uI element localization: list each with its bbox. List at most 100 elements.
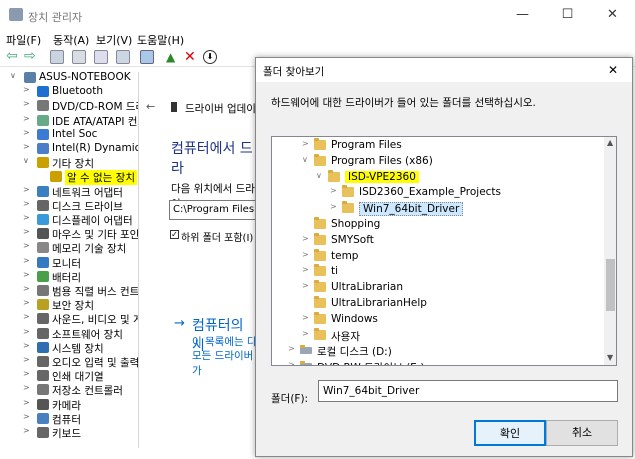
expand-chevron-icon[interactable]: > (23, 256, 30, 265)
device-tree-item[interactable]: > 인쇄 대기열 (0, 369, 138, 383)
expand-chevron-icon[interactable]: > (23, 185, 30, 194)
device-tree-item[interactable]: > 네트워크 어댑터 (0, 185, 138, 199)
expand-chevron-icon[interactable]: > (23, 412, 30, 421)
show-hide-icon[interactable] (72, 50, 86, 64)
include-subfolders-checkbox[interactable]: ✓ (170, 230, 179, 239)
expand-chevron-icon[interactable]: > (23, 142, 30, 151)
dialog-close-button[interactable]: ✕ (608, 63, 618, 77)
device-tree-item[interactable]: ∨ 기타 장치 (0, 156, 138, 170)
expand-chevron-icon[interactable]: > (23, 341, 30, 350)
collapse-chevron-icon[interactable]: ∨ (316, 171, 322, 180)
device-tree-item[interactable]: > 사운드, 비디오 및 게 (0, 312, 138, 326)
drive-tree-item[interactable]: > DVD RW 드라이브 (E:) (272, 359, 602, 365)
expand-chevron-icon[interactable]: > (302, 313, 309, 322)
back-button[interactable]: ← (146, 100, 155, 113)
folder-tree-item[interactable]: > Windows (272, 311, 602, 328)
device-tree-item[interactable]: > 배터리 (0, 270, 138, 284)
collapse-chevron-icon[interactable]: ∨ (23, 156, 29, 165)
folder-tree-item[interactable]: ∨ Program Files (x86) (272, 153, 602, 170)
path-field[interactable]: C:\Program Files (x8 (169, 200, 269, 220)
device-tree-item[interactable]: > 시스템 장치 (0, 341, 138, 355)
device-tree-item[interactable]: > 저장소 컨트롤러 (0, 383, 138, 397)
expand-chevron-icon[interactable]: > (23, 298, 30, 307)
update-driver-icon[interactable]: ▲ (166, 50, 180, 64)
expand-chevron-icon[interactable]: > (23, 355, 30, 364)
folder-tree[interactable]: > Program Files ∨ Program Files (x86) ∨ ISD-V… (271, 136, 617, 366)
drive-tree-item[interactable]: > 로컬 디스크 (D:) (272, 343, 602, 359)
expand-chevron-icon[interactable]: > (23, 398, 30, 407)
device-tree-item[interactable]: > 오디오 입력 및 출력 (0, 355, 138, 369)
folder-tree-item[interactable]: > ti (272, 264, 602, 280)
device-tree-item[interactable]: > 범용 직렬 버스 컨트 (0, 284, 138, 298)
device-tree-item[interactable]: > IDE ATA/ATAPI 컨트 (0, 114, 138, 128)
device-tree-item[interactable]: > DVD/CD-ROM 드라이 (0, 99, 138, 113)
expand-chevron-icon[interactable]: > (23, 227, 30, 236)
download-icon[interactable]: ⬇ (203, 50, 217, 64)
device-tree-item[interactable]: > 메모리 기술 장치 (0, 241, 138, 255)
expand-chevron-icon[interactable]: > (23, 369, 30, 378)
expand-chevron-icon[interactable]: > (23, 199, 30, 208)
cancel-button[interactable]: 취소 (546, 420, 618, 446)
folder-tree-item[interactable]: UltraLibrarianHelp (272, 296, 602, 312)
folder-tree-scrollbar[interactable]: ▲ ▼ (604, 137, 616, 365)
expand-chevron-icon[interactable]: > (23, 426, 30, 435)
expand-chevron-icon[interactable]: > (23, 213, 30, 222)
expand-chevron-icon[interactable]: > (330, 202, 337, 211)
expand-chevron-icon[interactable]: > (23, 327, 30, 336)
device-tree-item[interactable]: > 컴퓨터 (0, 412, 138, 426)
expand-chevron-icon[interactable]: > (302, 281, 309, 290)
folder-input[interactable]: Win7_64bit_Driver (318, 380, 618, 402)
expand-chevron-icon[interactable]: > (330, 186, 337, 195)
expand-chevron-icon[interactable]: > (302, 234, 309, 243)
forward-arrow-icon[interactable]: ⇨ (24, 49, 38, 64)
list-view-icon[interactable] (116, 50, 130, 64)
back-arrow-icon[interactable]: ⇦ (6, 49, 20, 64)
scrollbar-thumb[interactable] (606, 259, 615, 311)
folder-tree-item[interactable]: > UltraLibrarian (272, 280, 602, 296)
device-tree-item[interactable]: > Bluetooth (0, 85, 138, 99)
device-tree-item[interactable]: > 보안 장치 (0, 298, 138, 312)
device-tree-item[interactable]: 알 수 없는 장치 (0, 170, 138, 186)
collapse-chevron-icon[interactable]: ∨ (10, 71, 16, 80)
folder-tree-item[interactable]: > Win7_64bit_Driver (272, 201, 602, 217)
menu-view[interactable]: 보기(V) (96, 32, 132, 48)
device-tree-item[interactable]: > Intel Soc (0, 128, 138, 142)
expand-chevron-icon[interactable]: > (23, 284, 30, 293)
device-tree-item[interactable]: > 키보드 (0, 426, 138, 440)
ok-button[interactable]: 확인 (474, 420, 546, 446)
expand-chevron-icon[interactable]: > (302, 265, 309, 274)
folder-tree-item[interactable]: ∨ ISD-VPE2360 (272, 169, 602, 186)
uninstall-x-icon[interactable]: ✕ (184, 50, 198, 64)
folder-tree-item[interactable]: > 사용자 (272, 327, 602, 344)
properties-icon[interactable] (50, 50, 64, 64)
minimize-button[interactable]: — (500, 0, 545, 30)
device-tree-item[interactable]: > 디스크 드라이브 (0, 199, 138, 213)
device-tree-item[interactable]: > 마우스 및 기타 포인 (0, 227, 138, 241)
scroll-down-icon[interactable]: ▼ (607, 353, 613, 362)
expand-chevron-icon[interactable]: > (23, 128, 30, 137)
menu-file[interactable]: 파일(F) (6, 32, 41, 48)
expand-chevron-icon[interactable]: > (302, 329, 309, 338)
device-tree-item[interactable]: > 디스플레이 어댑터 (0, 213, 138, 227)
expand-chevron-icon[interactable]: > (23, 85, 30, 94)
device-tree-item[interactable]: > 모니터 (0, 256, 138, 270)
folder-tree-item[interactable]: > ISD2360_Example_Projects (272, 185, 602, 201)
expand-chevron-icon[interactable]: > (23, 241, 30, 250)
folder-tree-item[interactable]: > SMYSoft (272, 232, 602, 249)
expand-chevron-icon[interactable]: > (23, 99, 30, 108)
menu-action[interactable]: 동작(A) (53, 32, 89, 48)
folder-tree-item[interactable]: > temp (272, 248, 602, 265)
device-tree-item[interactable]: > Intel(R) Dynamic Plat (0, 142, 138, 156)
expand-chevron-icon[interactable]: > (23, 383, 30, 392)
expand-chevron-icon[interactable]: > (288, 344, 295, 353)
expand-chevron-icon[interactable]: > (23, 114, 30, 123)
folder-tree-item[interactable]: > Program Files (272, 138, 602, 154)
device-tree-item[interactable]: > 카메라 (0, 398, 138, 412)
device-tree-item[interactable]: > 소프트웨어 장치 (0, 327, 138, 341)
scan-hardware-icon[interactable] (140, 50, 154, 64)
expand-chevron-icon[interactable]: > (302, 250, 309, 259)
help-icon[interactable] (94, 50, 108, 64)
close-button[interactable]: ✕ (590, 0, 635, 30)
device-tree-item[interactable]: ∨ ASUS-NOTEBOOK (0, 71, 138, 85)
collapse-chevron-icon[interactable]: ∨ (302, 155, 308, 164)
